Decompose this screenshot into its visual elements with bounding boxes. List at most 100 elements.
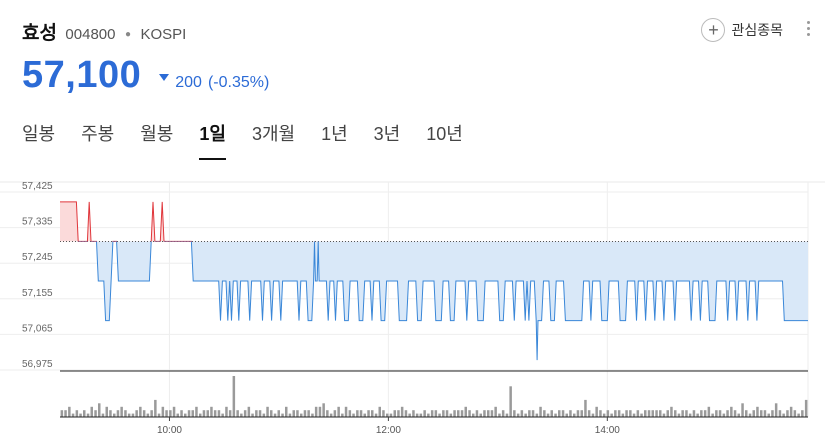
volume-bar xyxy=(150,410,153,417)
x-tick-label: 10:00 xyxy=(157,425,182,436)
volume-bar xyxy=(524,413,527,417)
volume-bar xyxy=(210,406,213,418)
volume-bar xyxy=(531,410,535,417)
volume-bar xyxy=(793,410,797,417)
volume-bar xyxy=(602,413,606,417)
volume-bar xyxy=(659,410,662,417)
volume-bar xyxy=(90,406,93,418)
y-tick-label: 57,155 xyxy=(22,288,53,299)
volume-bar xyxy=(457,410,460,417)
volume-bar xyxy=(135,410,138,417)
volume-bar xyxy=(423,410,426,417)
volume-bar xyxy=(505,413,509,417)
volume-bar xyxy=(468,410,471,417)
volume-bar xyxy=(333,410,337,417)
volume-bar xyxy=(453,410,456,417)
volume-bar xyxy=(763,410,767,417)
volume-bar xyxy=(535,413,539,417)
volume-bar xyxy=(632,413,636,417)
volume-bar xyxy=(490,410,494,417)
volume-bar xyxy=(760,410,763,417)
volume-bar xyxy=(326,410,329,417)
volume-bar xyxy=(662,413,666,417)
volume-bar xyxy=(281,413,284,417)
volume-bar xyxy=(674,410,677,417)
volume-bar xyxy=(647,410,651,417)
volume-bar xyxy=(225,406,228,418)
volume-bar xyxy=(307,410,310,417)
volume-bar xyxy=(382,410,385,417)
volume-bar xyxy=(464,406,467,418)
volume-bar xyxy=(251,413,254,417)
volume-bar xyxy=(146,413,150,417)
volume-bar xyxy=(625,410,628,417)
volume-bar xyxy=(169,410,172,417)
volume-bar xyxy=(771,410,774,417)
volume-bar xyxy=(539,406,542,418)
volume-bar xyxy=(498,413,501,417)
volume-bar xyxy=(427,413,430,417)
volume-bar xyxy=(374,413,378,417)
volume-bar xyxy=(348,410,352,417)
volume-bar xyxy=(475,410,479,417)
volume-bar xyxy=(430,410,434,417)
volume-bar xyxy=(501,410,505,417)
volume-bar xyxy=(655,410,658,417)
volume-bar xyxy=(460,410,464,417)
volume-bar xyxy=(494,406,497,418)
volume-bar xyxy=(303,410,307,417)
volume-bar xyxy=(157,413,161,417)
volume-bar xyxy=(513,410,516,417)
volume-bar xyxy=(266,406,269,418)
volume-bar xyxy=(389,413,393,417)
volume-bar xyxy=(741,403,744,417)
volume-bar xyxy=(640,413,643,417)
intraday-chart: 57,425 57,335 57,245 57,155 57,065 56,975 10:0… xyxy=(0,181,825,436)
volume-bar xyxy=(580,410,583,417)
volume-bar xyxy=(236,410,239,417)
volume-bar xyxy=(367,410,370,417)
volume-bar xyxy=(113,413,116,417)
y-tick-label: 56,975 xyxy=(22,359,53,370)
volume-bar xyxy=(509,386,512,418)
volume-bar xyxy=(438,413,441,417)
x-tick-label: 14:00 xyxy=(595,425,620,436)
volume-bar xyxy=(397,410,400,417)
volume-bar xyxy=(116,410,120,417)
volume-bar xyxy=(322,403,325,417)
volume-bar xyxy=(595,406,598,418)
volume-bar xyxy=(341,413,344,417)
volume-bar xyxy=(692,410,696,417)
volume-bar xyxy=(288,413,292,417)
volume-bar xyxy=(311,413,314,417)
volume-bar xyxy=(75,410,79,417)
volume-bar xyxy=(718,410,722,417)
volume-bar xyxy=(187,410,191,417)
volume-bar xyxy=(442,410,445,417)
volume-bar xyxy=(584,399,587,417)
volume-bar xyxy=(105,406,108,418)
volume-bar xyxy=(561,410,565,417)
volume-bar xyxy=(520,410,524,417)
volume-bar xyxy=(528,410,531,417)
volume-bar xyxy=(707,406,711,418)
volume-bar xyxy=(617,410,621,417)
volume-bar xyxy=(449,413,453,417)
price-line-down xyxy=(77,241,808,361)
volume-bar xyxy=(124,410,127,417)
volume-bar xyxy=(359,410,363,417)
volume-bar xyxy=(599,410,602,417)
volume-bar xyxy=(558,410,561,417)
volume-bar xyxy=(733,410,737,417)
volume-bar xyxy=(285,406,288,418)
volume-bar xyxy=(651,410,654,417)
volume-bar xyxy=(677,413,681,417)
volume-bar xyxy=(109,410,112,417)
volume-bar xyxy=(703,410,707,417)
volume-bar xyxy=(711,413,714,417)
volume-bar xyxy=(778,410,782,417)
volume-bar xyxy=(737,413,740,417)
volume-bar xyxy=(715,410,718,417)
y-tick-label: 57,335 xyxy=(22,217,53,228)
volume-bar xyxy=(101,413,105,417)
